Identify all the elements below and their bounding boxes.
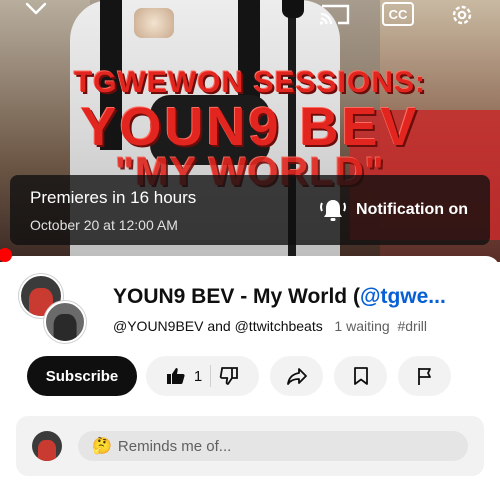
settings-icon[interactable] [448, 2, 476, 28]
video-title-text: YOUN9 BEV - My World ( [113, 285, 360, 308]
notification-label: Notification on [356, 201, 468, 218]
chain-pendant [134, 8, 174, 38]
premiere-banner: Premieres in 16 hours October 20 at 12:0… [10, 175, 490, 245]
like-divider [210, 365, 212, 387]
share-arrow-icon [286, 368, 307, 385]
chevron-down-icon[interactable] [24, 0, 48, 20]
like-button[interactable]: 1 [166, 366, 202, 386]
video-player[interactable]: TGWEWON SESSIONS: YOUN9 BEV "MY WORLD" C… [0, 0, 500, 262]
comment-input[interactable]: 🤔 Reminds me of... [78, 431, 468, 461]
video-overlay-line-1: TGWEWON SESSIONS: [73, 66, 426, 99]
microphone [282, 0, 304, 18]
closed-captions-icon[interactable]: CC [382, 2, 414, 26]
subscribe-button[interactable]: Subscribe [27, 356, 137, 396]
cast-icon[interactable] [318, 2, 352, 26]
bell-ringing-icon [320, 200, 347, 221]
channel-avatar-ttwitchbeats[interactable] [44, 301, 86, 343]
report-button[interactable] [398, 356, 451, 396]
action-bar: Subscribe 1 [0, 356, 500, 398]
flag-icon [417, 368, 431, 385]
bookmark-icon [353, 367, 368, 385]
notification-toggle-button[interactable]: Notification on [318, 191, 468, 229]
video-title-handle-link[interactable]: @tgwe... [360, 285, 446, 308]
waiting-count: 1 waiting [334, 318, 390, 334]
hashtag-link[interactable]: #drill [397, 318, 427, 334]
like-dislike-group: 1 [146, 356, 259, 396]
premiere-title: Premieres in 16 hours [30, 188, 197, 207]
video-title[interactable]: YOUN9 BEV - My World (@tgwe... [113, 285, 500, 309]
thinking-emoji-icon: 🤔 [92, 438, 112, 455]
thumbs-up-icon [166, 368, 185, 384]
like-count: 1 [193, 367, 203, 385]
share-button[interactable] [270, 356, 323, 396]
comments-section[interactable]: 🤔 Reminds me of... [16, 416, 484, 476]
thumbs-down-icon[interactable] [219, 366, 239, 386]
avatar-figure [38, 440, 56, 461]
save-button[interactable] [334, 356, 387, 396]
avatar-figure [53, 314, 77, 341]
closed-captions-label: CC [388, 6, 408, 22]
channel-owners-link[interactable]: @YOUN9BEV and @ttwitchbeats [113, 318, 323, 334]
comment-placeholder: Reminds me of... [117, 437, 232, 455]
premiere-date: October 20 at 12:00 AM [30, 217, 178, 233]
video-subtitle: @YOUN9BEV and @ttwitchbeats 1 waiting #d… [113, 318, 427, 334]
user-avatar [32, 431, 62, 461]
video-overlay-line-2: YOUN9 BEV [80, 97, 420, 157]
